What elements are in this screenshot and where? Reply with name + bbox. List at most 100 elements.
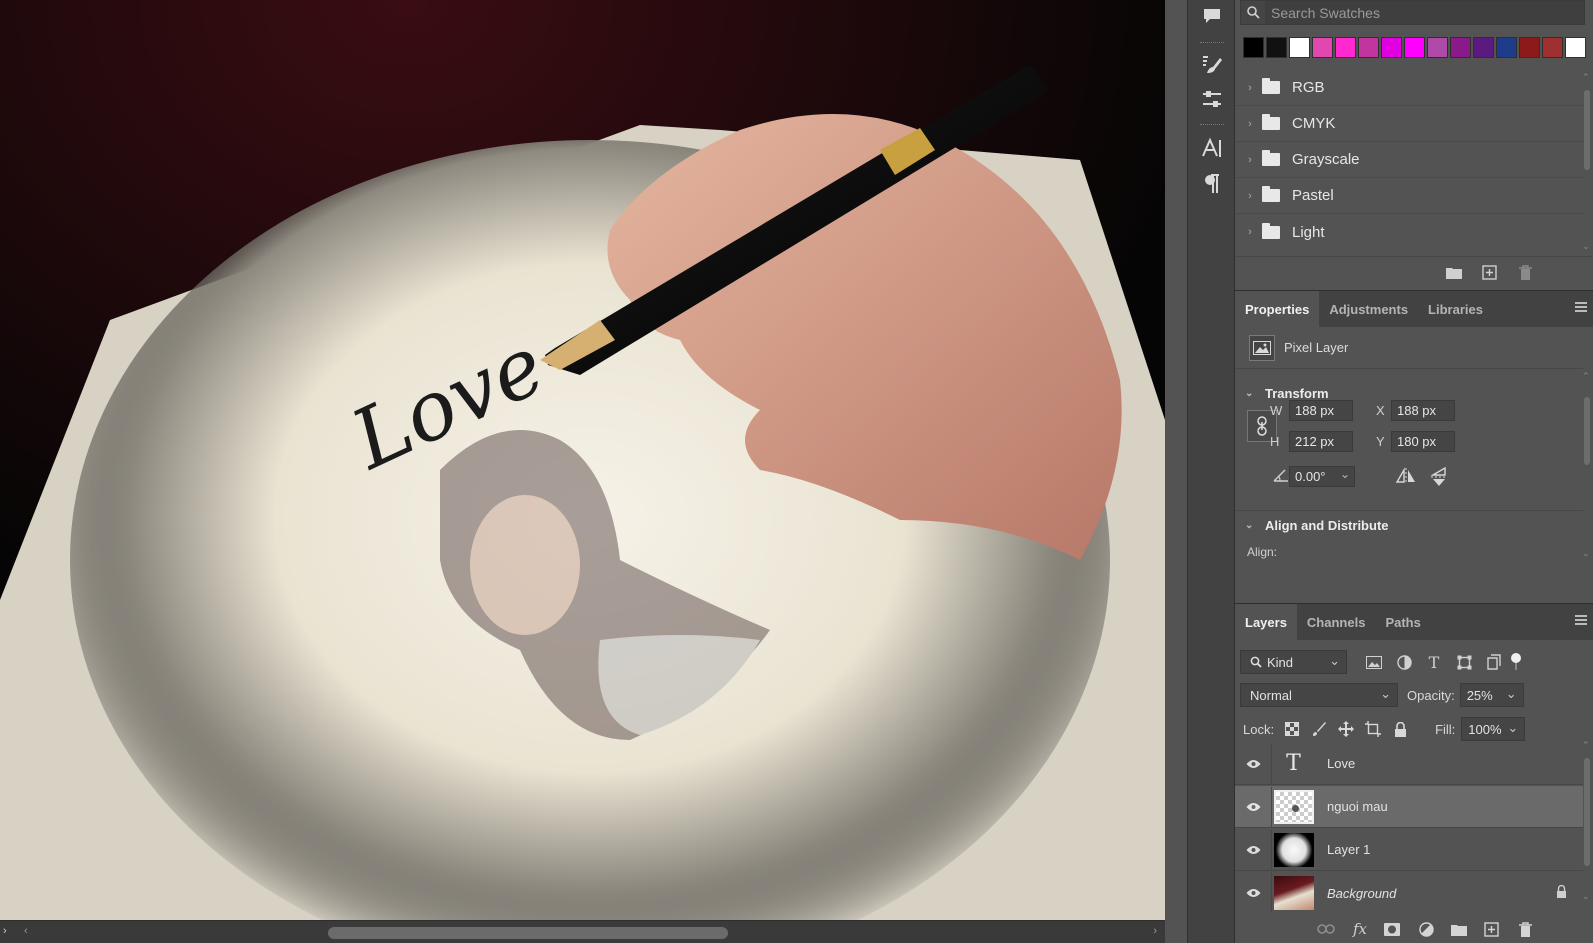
color-swatch[interactable] [1427, 37, 1448, 58]
lock-all-icon[interactable] [1391, 720, 1409, 738]
layer-row-nguoi-mau[interactable]: nguoi mau [1235, 786, 1583, 828]
new-group-folder-icon[interactable] [1450, 921, 1468, 937]
tab-layers[interactable]: Layers [1235, 604, 1297, 640]
swatch-group-pastel[interactable]: › Pastel [1235, 178, 1583, 214]
trash-icon[interactable] [1516, 264, 1534, 280]
tab-paths[interactable]: Paths [1375, 604, 1430, 640]
color-swatch[interactable] [1496, 37, 1517, 58]
layer-name[interactable]: Love [1327, 756, 1355, 771]
paragraph-icon[interactable] [1198, 170, 1226, 198]
scroll-up-arrow[interactable]: ⌃ [1582, 72, 1590, 83]
color-swatch[interactable] [1335, 37, 1356, 58]
swatch-group-cmyk[interactable]: › CMYK [1235, 106, 1583, 142]
visibility-eye-icon[interactable] [1235, 802, 1271, 812]
filter-pixel-icon[interactable] [1363, 651, 1385, 673]
lock-artboard-icon[interactable] [1364, 720, 1382, 738]
color-swatch[interactable] [1266, 37, 1287, 58]
lock-transparent-pixels-icon[interactable] [1283, 720, 1301, 738]
scroll-down-arrow[interactable]: ⌄ [1582, 548, 1590, 559]
chevron-down-icon[interactable]: ⌄ [1245, 388, 1257, 399]
scroll-left-arrow[interactable]: ‹ [24, 925, 28, 937]
width-field[interactable]: 188 px [1289, 400, 1353, 421]
height-field[interactable]: 212 px [1289, 431, 1353, 452]
visibility-eye-icon[interactable] [1235, 759, 1271, 769]
document-canvas[interactable]: Love ⌄ › ‹ › [0, 0, 1165, 943]
tab-adjustments[interactable]: Adjustments [1319, 291, 1418, 327]
align-section-header[interactable]: ⌄ Align and Distribute [1235, 510, 1583, 540]
new-fill-adjustment-icon[interactable] [1417, 921, 1435, 937]
layer-effects-fx-icon[interactable]: fx [1351, 920, 1369, 938]
filter-smart-object-icon[interactable] [1483, 651, 1505, 673]
chevron-right-icon[interactable]: › [1242, 118, 1258, 130]
color-swatch[interactable] [1243, 37, 1264, 58]
swatch-group-grayscale[interactable]: › Grayscale [1235, 142, 1583, 178]
filter-adjustment-icon[interactable] [1393, 651, 1415, 673]
lock-position-icon[interactable] [1337, 720, 1355, 738]
y-field[interactable]: 180 px [1391, 431, 1455, 452]
scroll-down-arrow[interactable]: ⌄ [1582, 241, 1590, 252]
character-icon[interactable] [1198, 134, 1226, 162]
layer-name[interactable]: Background [1327, 886, 1396, 901]
layer-kind-filter[interactable]: Kind [1240, 650, 1347, 674]
lock-image-pixels-icon[interactable] [1310, 720, 1328, 738]
color-swatch[interactable] [1450, 37, 1471, 58]
layer-row-love[interactable]: T Love [1235, 743, 1583, 785]
color-swatch[interactable] [1519, 37, 1540, 58]
chevron-down-icon[interactable]: ⌄ [1245, 520, 1257, 531]
new-swatch-icon[interactable] [1480, 264, 1498, 280]
chevron-right-icon[interactable]: › [1242, 82, 1258, 94]
tab-channels[interactable]: Channels [1297, 604, 1376, 640]
color-swatch[interactable] [1565, 37, 1586, 58]
color-swatch[interactable] [1358, 37, 1379, 58]
new-layer-icon[interactable] [1482, 921, 1500, 937]
swatch-search-box[interactable] [1240, 0, 1585, 25]
layer-name[interactable]: nguoi mau [1327, 799, 1388, 814]
properties-scrollbar[interactable]: ⌃ ⌄ [1581, 371, 1591, 559]
swatch-group-rgb[interactable]: › RGB [1235, 70, 1583, 106]
scroll-thumb[interactable] [1584, 90, 1590, 170]
color-swatch[interactable] [1289, 37, 1310, 58]
visibility-eye-icon[interactable] [1235, 888, 1271, 898]
x-field[interactable]: 188 px [1391, 400, 1455, 421]
layer-row-layer-1[interactable]: Layer 1 [1235, 829, 1583, 871]
color-swatch[interactable] [1473, 37, 1494, 58]
scroll-down-arrow[interactable]: ⌄ [1582, 891, 1590, 902]
flip-vertical-icon[interactable] [1430, 466, 1448, 490]
scroll-up-arrow[interactable]: ⌃ [1582, 371, 1590, 382]
panel-menu-icon[interactable] [1575, 302, 1587, 312]
new-group-folder-icon[interactable] [1445, 264, 1463, 280]
panel-menu-icon[interactable] [1575, 615, 1587, 625]
chevron-right-icon[interactable]: › [1242, 190, 1258, 202]
tab-properties[interactable]: Properties [1235, 291, 1320, 327]
comments-icon[interactable] [1198, 2, 1226, 30]
scroll-up-arrow[interactable]: ⌃ [1582, 740, 1590, 751]
scroll-thumb[interactable] [1584, 758, 1590, 866]
add-mask-icon[interactable] [1383, 921, 1401, 937]
scroll-thumb[interactable] [1584, 397, 1590, 465]
canvas-horizontal-scrollbar[interactable]: › ‹ › [0, 920, 1165, 943]
opacity-field[interactable]: 25% [1459, 683, 1524, 707]
color-swatch[interactable] [1404, 37, 1425, 58]
layers-scrollbar[interactable]: ⌃ ⌄ [1581, 740, 1591, 901]
layer-row-background[interactable]: Background [1235, 872, 1583, 914]
swatch-search-input[interactable] [1265, 1, 1584, 24]
color-swatch[interactable] [1381, 37, 1402, 58]
angle-field[interactable]: 0.00° [1289, 466, 1355, 487]
adjustments-sliders-icon[interactable] [1198, 85, 1226, 113]
filter-shape-icon[interactable] [1453, 651, 1475, 673]
layer-name[interactable]: Layer 1 [1327, 842, 1370, 857]
trash-icon[interactable] [1516, 921, 1534, 937]
tab-libraries[interactable]: Libraries [1418, 291, 1493, 327]
filter-toggle-switch[interactable] [1511, 653, 1521, 671]
scroll-thumb[interactable] [328, 927, 728, 939]
scroll-right-arrow[interactable]: › [1153, 925, 1157, 937]
canvas-image[interactable]: Love [0, 0, 1165, 920]
filter-type-icon[interactable]: T [1423, 651, 1445, 673]
swatches-scrollbar[interactable]: ⌃ ⌄ [1581, 72, 1591, 251]
chevron-right-icon[interactable]: › [1242, 226, 1258, 238]
chevron-right-icon[interactable]: › [1242, 154, 1258, 166]
blend-mode-dropdown[interactable]: Normal [1240, 683, 1398, 707]
brush-settings-icon[interactable] [1198, 50, 1226, 78]
link-layers-icon[interactable] [1317, 921, 1335, 937]
visibility-eye-icon[interactable] [1235, 845, 1271, 855]
